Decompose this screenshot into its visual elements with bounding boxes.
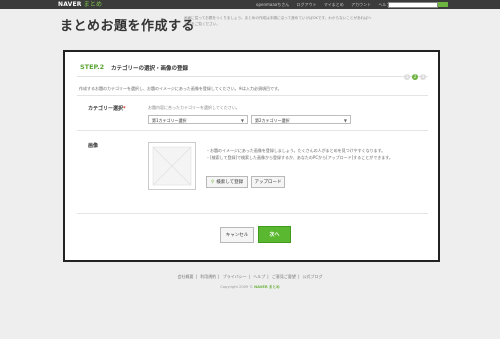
upload-label: アップロード xyxy=(254,180,282,185)
image-help-line-1: ・お題のイメージにあった画像を登録しましょう。たくさんの人がまとめを見つけやすく… xyxy=(206,148,386,153)
search-icon: ⚲ xyxy=(210,180,215,185)
naver-logo[interactable]: NAVER まとめ xyxy=(58,0,102,9)
chevron-down-icon: ▼ xyxy=(343,118,347,123)
nav-logout[interactable]: ログアウト xyxy=(297,2,317,7)
required-mark: * xyxy=(123,106,126,112)
divider xyxy=(77,130,428,131)
nav-account[interactable]: アカウント xyxy=(351,2,371,7)
cancel-button[interactable]: キャンセル xyxy=(220,227,254,243)
category-help: お題内容に合ったカテゴリーを選択してください。 xyxy=(148,105,240,110)
top-search-input[interactable] xyxy=(388,2,438,8)
upload-button[interactable]: アップロード xyxy=(251,176,285,188)
image-help-line-2: ・[検索して登録]で検索した画像から登録するか、あなたのPCから[アップロード]… xyxy=(206,155,393,160)
step-number: STEP.2 xyxy=(80,63,105,71)
search-register-button[interactable]: ⚲ 検索して登録 xyxy=(206,176,248,188)
category2-value: 第2カテゴリー選択 xyxy=(255,118,290,123)
footer-link-company[interactable]: 会社概要 xyxy=(177,274,193,279)
category1-select[interactable]: 第1カテゴリー選択 ▼ xyxy=(148,115,248,124)
top-bar: NAVER まとめ openmaaaちさん ログアウト マイまとめ アカウント ヘ… xyxy=(0,0,500,9)
page-description: 画面に従ってお題をつくりましょう。まとめの作成は手順に沿って進めていけばOKです… xyxy=(184,16,372,26)
top-nav: openmaaaちさん ログアウト マイまとめ アカウント ヘルプ xyxy=(256,0,396,9)
copyright-brand: NAVER まとめ xyxy=(254,285,280,289)
divider xyxy=(77,95,428,96)
cancel-label: キャンセル xyxy=(225,233,249,238)
step-header: STEP.2 カテゴリーの選択・画像の登録 123 xyxy=(77,60,428,80)
chevron-down-icon: ▼ xyxy=(240,118,244,123)
page-title: まとめお題を作成する xyxy=(60,19,196,34)
step-indicator-3: 3 xyxy=(420,74,426,80)
footer-links: 会社概要 | 利用規約 | プライバシー | ヘルプ | ご意見ご要望 | 公式ブログ xyxy=(177,274,323,279)
nav-my-matome[interactable]: マイまとめ xyxy=(324,2,344,7)
image-label: 画像 xyxy=(88,143,99,149)
next-button[interactable]: 次へ xyxy=(258,226,291,243)
step-indicators: 123 xyxy=(402,63,426,82)
image-placeholder-icon xyxy=(152,146,192,186)
search-register-label: 検索して登録 xyxy=(216,180,244,185)
footer-link-privacy[interactable]: プライバシー xyxy=(223,274,247,279)
image-placeholder xyxy=(148,142,196,190)
step-indicator-2: 2 xyxy=(412,74,418,80)
footer-link-blog[interactable]: 公式ブログ xyxy=(303,274,323,279)
footer-link-feedback[interactable]: ご意見ご要望 xyxy=(272,274,296,279)
copyright: Copyright 2009 © NAVER まとめ xyxy=(220,285,280,289)
category1-value: 第1カテゴリー選択 xyxy=(152,118,187,123)
step-title: カテゴリーの選択・画像の登録 xyxy=(111,65,189,72)
next-label: 次へ xyxy=(269,232,280,238)
intro-text: 作成するお題のカテゴリーを選択し、お題のイメージにあった画像を登録してください。… xyxy=(79,86,282,91)
divider xyxy=(77,213,428,214)
image-help: ・お題のイメージにあった画像を登録しましょう。たくさんの人がまとめを見つけやすく… xyxy=(206,147,393,161)
category2-select[interactable]: 第2カテゴリー選択 ▼ xyxy=(251,115,351,124)
footer-link-help[interactable]: ヘルプ xyxy=(253,274,265,279)
nav-user[interactable]: openmaaaちさん xyxy=(256,2,289,7)
logo-sub: まとめ xyxy=(83,1,103,8)
step-indicator-1: 1 xyxy=(404,74,410,80)
top-search-button[interactable] xyxy=(438,2,448,7)
step-panel: STEP.2 カテゴリーの選択・画像の登録 123 作成するお題のカテゴリーを選… xyxy=(63,50,440,262)
logo-text: NAVER xyxy=(58,1,82,8)
footer-link-terms[interactable]: 利用規約 xyxy=(200,274,216,279)
category-label: カテゴリー選択* xyxy=(88,106,126,112)
